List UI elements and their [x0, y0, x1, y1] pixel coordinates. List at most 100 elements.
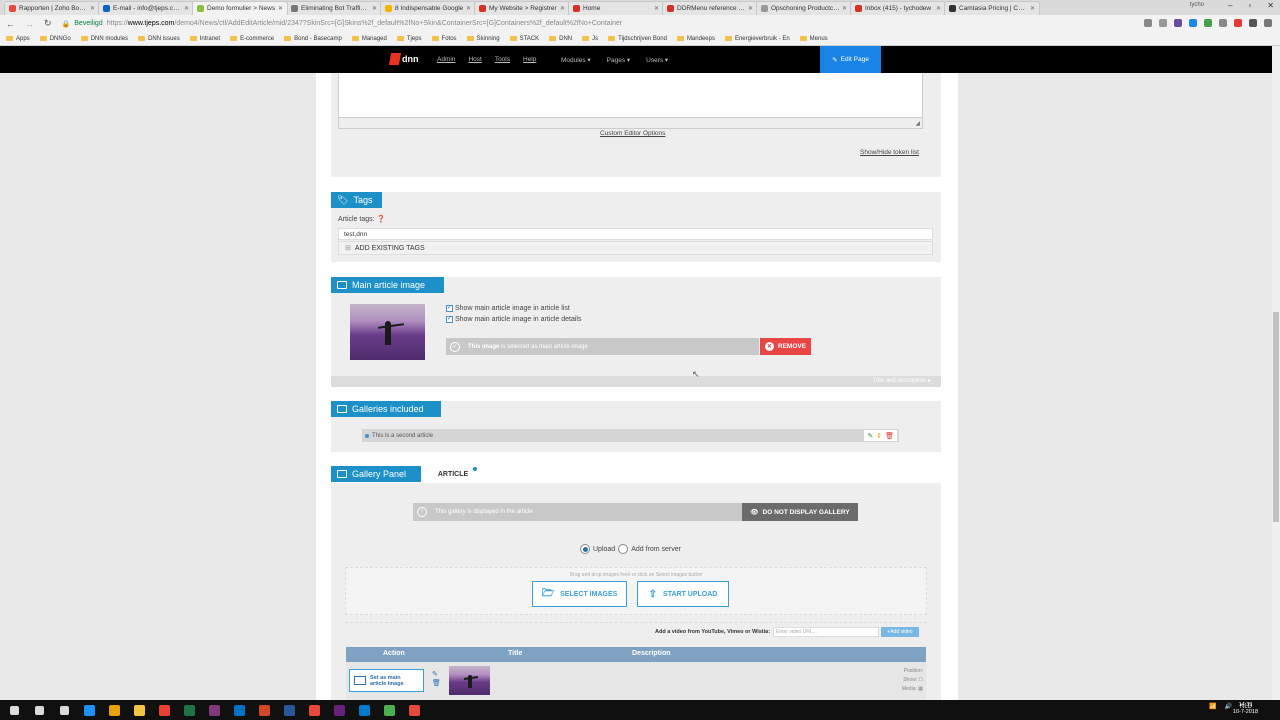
taskbar-clock[interactable]: 14:33 10-7-2018 [1233, 702, 1258, 716]
close-icon[interactable]: ✕ [1267, 1, 1274, 10]
taskbar-app-icon[interactable] [129, 701, 149, 719]
upload-radio[interactable] [580, 544, 590, 554]
translate-icon[interactable] [1144, 19, 1152, 27]
browser-tab[interactable]: DDRMenu reference guid ✕ [662, 1, 758, 15]
browser-tab[interactable]: E-mail - info@tjeps.com ✕ [98, 1, 194, 15]
bookmark-item[interactable]: DNN modules [80, 36, 128, 42]
browser-tab[interactable]: Demo formulier > News ✕ [192, 1, 288, 15]
bookmark-item[interactable]: Mandeeps [676, 36, 715, 42]
delete-icon[interactable]: 🗑 [885, 432, 894, 440]
tab-close-icon[interactable]: ✕ [90, 5, 95, 12]
gallery-row-thumbnail[interactable] [449, 666, 490, 695]
help-icon[interactable]: ❓ [377, 216, 386, 223]
show-in-list-checkbox[interactable]: ✓ Show main article image in article list [446, 305, 570, 312]
volume-icon[interactable]: 🔊 [1225, 703, 1232, 710]
star-icon[interactable] [1159, 19, 1167, 27]
url-field[interactable]: https://www.tjeps.com/demo4/News/ctl/Add… [107, 20, 623, 27]
browser-tab[interactable]: Home ✕ [568, 1, 664, 15]
bookmark-item[interactable]: Fotos [431, 36, 457, 42]
wifi-icon[interactable]: 📶 [1209, 703, 1216, 710]
image-dropzone[interactable]: Drag and drop images here or click on Se… [345, 567, 927, 615]
main-article-image[interactable] [350, 304, 425, 360]
add-video-button[interactable]: + Add video [881, 627, 919, 637]
remove-image-button[interactable]: ✕ REMOVE [760, 338, 811, 355]
video-url-input[interactable]: Enter video URL... [773, 627, 879, 637]
sort-icon[interactable]: ⇕ [876, 432, 882, 440]
extension-icon[interactable] [1189, 19, 1197, 27]
extension-icon[interactable] [1219, 19, 1227, 27]
bookmark-item[interactable]: Tjeps [396, 36, 422, 42]
dnn-menu-item[interactable]: Pages ▾ [607, 56, 631, 64]
menu-icon[interactable] [1264, 19, 1272, 27]
title-description-toggle[interactable]: Title and description ▸ [331, 376, 941, 387]
bookmark-item[interactable]: Js [582, 36, 598, 42]
taskbar-app-icon[interactable] [179, 701, 199, 719]
bookmark-item[interactable]: Tijdschrijven Bond [608, 36, 667, 42]
tab-close-icon[interactable]: ✕ [560, 5, 565, 12]
browser-tab[interactable]: Eliminating Bot Traffic fro ✕ [286, 1, 382, 15]
dnn-link-admin[interactable]: Admin [437, 56, 455, 63]
tab-close-icon[interactable]: ✕ [372, 5, 377, 12]
bookmark-item[interactable]: E-commerce [230, 36, 274, 42]
taskbar-app-icon[interactable] [79, 701, 99, 719]
start-upload-button[interactable]: ⇪ START UPLOAD [637, 581, 729, 607]
dnn-menu-item[interactable]: Users ▾ [646, 56, 668, 64]
bookmark-item[interactable]: STACK [509, 36, 539, 42]
browser-tab[interactable]: Rapporten | Zoho Books ✕ [4, 1, 100, 15]
dnn-menu-item[interactable]: Modules ▾ [561, 56, 591, 64]
bookmark-item[interactable]: Intranet [189, 36, 220, 42]
extension-icon[interactable] [1249, 19, 1257, 27]
browser-tab[interactable]: Inbox (415) - tychodew ✕ [850, 1, 946, 15]
tab-close-icon[interactable]: ✕ [278, 5, 283, 12]
edit-icon[interactable]: ✎ [432, 670, 441, 678]
article-tags-input[interactable]: test,dnn [338, 228, 933, 240]
tab-close-icon[interactable]: ✕ [184, 5, 189, 12]
browser-user[interactable]: tycho [1190, 2, 1204, 8]
taskbar-app-icon[interactable] [204, 701, 224, 719]
search-icon[interactable] [29, 701, 49, 719]
taskbar-app-icon[interactable] [354, 701, 374, 719]
resize-handle-icon[interactable]: ◢ [915, 120, 920, 127]
browser-tab[interactable]: My Website > Registrer ✕ [474, 1, 570, 15]
taskbar-app-icon[interactable] [404, 701, 424, 719]
bookmark-item[interactable]: DNN issues [138, 36, 180, 42]
taskbar-app-icon[interactable] [104, 701, 124, 719]
bookmark-item[interactable]: Apps [6, 36, 30, 42]
add-existing-tags-toggle[interactable]: ⊞ ADD EXISTING TAGS [338, 241, 933, 255]
edit-page-button[interactable]: ✎ Edit Page [820, 46, 881, 73]
forward-icon[interactable]: → [25, 19, 34, 29]
taskbar-app-icon[interactable] [54, 701, 74, 719]
tab-close-icon[interactable]: ✕ [842, 5, 847, 12]
extension-icon[interactable] [1174, 19, 1182, 27]
reload-icon[interactable]: ↻ [44, 18, 52, 29]
scrollbar-thumb[interactable] [1273, 312, 1279, 522]
dnn-logo[interactable]: dnn [388, 53, 419, 65]
delete-icon[interactable]: 🗑 [432, 679, 441, 687]
taskbar-app-icon[interactable] [279, 701, 299, 719]
gallery-list-item[interactable]: This is a second article ✎ ⇕ 🗑 [362, 429, 899, 442]
tab-close-icon[interactable]: ✕ [1030, 5, 1035, 12]
back-icon[interactable]: ← [6, 19, 15, 29]
custom-editor-options-link[interactable]: Custom Editor Options [600, 130, 665, 137]
taskbar-app-icon[interactable] [229, 701, 249, 719]
dnn-link-tools[interactable]: Tools [495, 56, 510, 63]
tab-article[interactable]: ARTICLE [428, 466, 478, 483]
tab-close-icon[interactable]: ✕ [748, 5, 753, 12]
taskbar-app-icon[interactable] [329, 701, 349, 719]
bookmark-item[interactable]: Bond - Basecamp [284, 36, 342, 42]
select-images-button[interactable]: 🗁 SELECT IMAGES [532, 581, 627, 607]
tab-close-icon[interactable]: ✕ [654, 5, 659, 12]
show-in-details-checkbox[interactable]: ✓ Show main article image in article deta… [446, 316, 581, 323]
minimize-icon[interactable]: – [1228, 1, 1232, 10]
dnn-link-help[interactable]: Help [523, 56, 536, 63]
bookmark-item[interactable]: Managed [351, 36, 387, 42]
bookmark-item[interactable]: Energieverbruik - En [724, 36, 790, 42]
bookmark-item[interactable]: DNNGo [39, 36, 71, 42]
windows-start-icon[interactable] [4, 701, 24, 719]
extension-icon[interactable] [1204, 19, 1212, 27]
edit-icon[interactable]: ✎ [867, 432, 873, 440]
add-from-server-radio[interactable] [618, 544, 629, 554]
bookmark-item[interactable]: DNN [549, 36, 572, 42]
maximize-icon[interactable]: ▫ [1248, 1, 1251, 10]
do-not-display-gallery-button[interactable]: 👁 DO NOT DISPLAY GALLERY [742, 503, 858, 521]
